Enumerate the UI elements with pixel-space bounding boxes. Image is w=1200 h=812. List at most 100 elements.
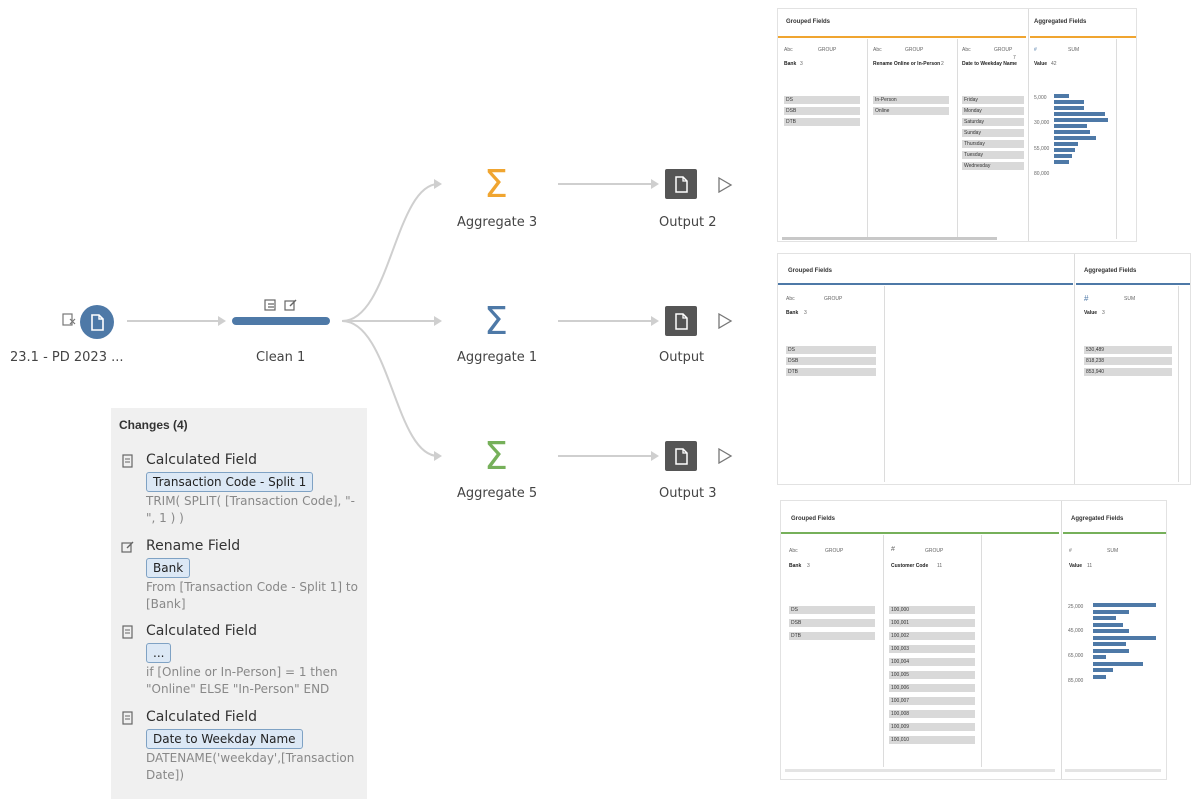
aggregated-fields-title: Aggregated Fields xyxy=(1084,268,1137,274)
group-value: DTB xyxy=(789,632,875,640)
change-type: Rename Field xyxy=(146,538,241,554)
agg-value: 818,238 xyxy=(1084,357,1172,365)
output-node[interactable] xyxy=(665,169,697,199)
clean-label: Clean 1 xyxy=(256,350,306,365)
histogram-bar xyxy=(1054,142,1078,146)
document-icon xyxy=(675,448,688,465)
calculated-field-icon xyxy=(122,625,133,639)
calculated-field-icon xyxy=(122,711,133,725)
agg-value: 530,489 xyxy=(1084,346,1172,354)
group-value: Online xyxy=(873,107,949,115)
histogram-bar xyxy=(1054,94,1069,98)
group-value: 100,003 xyxy=(889,645,975,653)
histogram-bar xyxy=(1093,603,1156,607)
output-node[interactable] xyxy=(665,306,697,336)
histogram-bar xyxy=(1093,674,1106,679)
field-pill: ... xyxy=(146,643,172,663)
aggregated-fields-title: Aggregated Fields xyxy=(1071,516,1124,522)
group-value: Sunday xyxy=(962,129,1024,137)
group-value: 100,008 xyxy=(889,710,975,718)
document-icon xyxy=(675,176,688,193)
output-label: Output xyxy=(659,350,705,365)
histogram-bar xyxy=(1054,148,1075,152)
input-label: 23.1 - PD 2023 ... xyxy=(10,350,124,365)
change-item[interactable]: Calculated Field Transaction Code - Spli… xyxy=(121,452,361,532)
horizontal-scrollbar[interactable] xyxy=(782,237,997,240)
group-value: DSB xyxy=(784,107,860,115)
change-description: DATENAME('weekday',[Transaction Date]) xyxy=(146,751,355,782)
sigma-icon[interactable]: Σ xyxy=(484,302,508,340)
run-icon[interactable] xyxy=(717,313,733,329)
group-value: DS xyxy=(786,346,876,354)
histogram-bar xyxy=(1093,635,1156,640)
field-pill: Date to Weekday Name xyxy=(146,729,303,749)
rename-icon xyxy=(121,541,134,553)
histogram-bar xyxy=(1054,136,1096,140)
change-type: Calculated Field xyxy=(146,623,258,639)
group-value: DS xyxy=(789,606,875,614)
group-value: DS xyxy=(784,96,860,104)
histogram-bar xyxy=(1093,642,1126,646)
grouped-fields-title: Grouped Fields xyxy=(791,516,836,522)
aggregate-1-panel: Grouped Fields Aggregated Fields Abc GRO… xyxy=(777,253,1191,485)
group-value: Saturday xyxy=(962,118,1024,126)
horizontal-scrollbar[interactable] xyxy=(1065,769,1161,772)
group-value: 100,010 xyxy=(889,736,975,744)
group-value: 100,006 xyxy=(889,684,975,692)
output-3-label: Output 3 xyxy=(659,486,717,501)
histogram-bar xyxy=(1093,616,1116,620)
group-value: 100,000 xyxy=(889,606,975,614)
aggregate-5-panel: Grouped Fields Aggregated Fields Abc GRO… xyxy=(780,500,1167,780)
document-icon xyxy=(91,314,104,331)
group-value: In-Person xyxy=(873,96,949,104)
input-node[interactable] xyxy=(80,305,114,339)
histogram-bar xyxy=(1054,112,1105,116)
histogram-bar xyxy=(1054,130,1090,134)
agg-value: 853,940 xyxy=(1084,368,1172,376)
aggregate-3-label: Aggregate 3 xyxy=(457,215,538,230)
group-value: Wednesday xyxy=(962,162,1024,170)
histogram-bar xyxy=(1093,622,1123,627)
aggregate-3-panel: Grouped Fields Aggregated Fields Abc GRO… xyxy=(777,8,1137,242)
change-item[interactable]: Calculated Field Date to Weekday Name DA… xyxy=(121,709,361,789)
aggregated-fields-title: Aggregated Fields xyxy=(1034,19,1087,25)
run-icon[interactable] xyxy=(717,448,733,464)
histogram-bar xyxy=(1093,609,1129,614)
group-value: Monday xyxy=(962,107,1024,115)
value-histogram xyxy=(1054,94,1114,184)
calculated-field-icon xyxy=(122,454,133,468)
grouped-fields-title: Grouped Fields xyxy=(786,19,831,25)
aggregate-1-label: Aggregate 1 xyxy=(457,350,538,365)
histogram-bar xyxy=(1054,154,1072,158)
group-value: 100,005 xyxy=(889,671,975,679)
step-icon xyxy=(264,299,276,311)
change-item[interactable]: Calculated Field ... if [Online or In-Pe… xyxy=(121,623,361,703)
group-value: Tuesday xyxy=(962,151,1024,159)
change-description: From [Transaction Code - Split 1] to [Ba… xyxy=(146,580,358,611)
remove-input-icon[interactable] xyxy=(62,313,76,327)
clean-node[interactable] xyxy=(232,317,330,325)
change-item[interactable]: Rename Field Bank From [Transaction Code… xyxy=(121,538,361,618)
histogram-bar xyxy=(1054,160,1069,164)
group-value: DTB xyxy=(784,118,860,126)
field-pill: Bank xyxy=(146,558,191,578)
group-value: DTB xyxy=(786,368,876,376)
horizontal-scrollbar[interactable] xyxy=(785,769,1055,772)
histogram-bar xyxy=(1093,668,1113,672)
output-node[interactable] xyxy=(665,441,697,471)
run-icon[interactable] xyxy=(717,177,733,193)
group-value: DSB xyxy=(786,357,876,365)
histogram-bar xyxy=(1054,106,1084,110)
group-value: Thursday xyxy=(962,140,1024,148)
histogram-bar xyxy=(1054,118,1108,122)
changes-panel: Changes (4) Calculated Field Transaction… xyxy=(111,408,367,799)
sigma-icon[interactable]: Σ xyxy=(484,437,508,475)
document-icon xyxy=(675,313,688,330)
change-description: if [Online or In-Person] = 1 then "Onlin… xyxy=(146,665,338,696)
sigma-icon[interactable]: Σ xyxy=(484,165,508,203)
output-2-label: Output 2 xyxy=(659,215,717,230)
histogram-bar xyxy=(1093,655,1106,659)
change-type: Calculated Field xyxy=(146,452,258,468)
field-pill: Transaction Code - Split 1 xyxy=(146,472,314,492)
group-value: 100,002 xyxy=(889,632,975,640)
